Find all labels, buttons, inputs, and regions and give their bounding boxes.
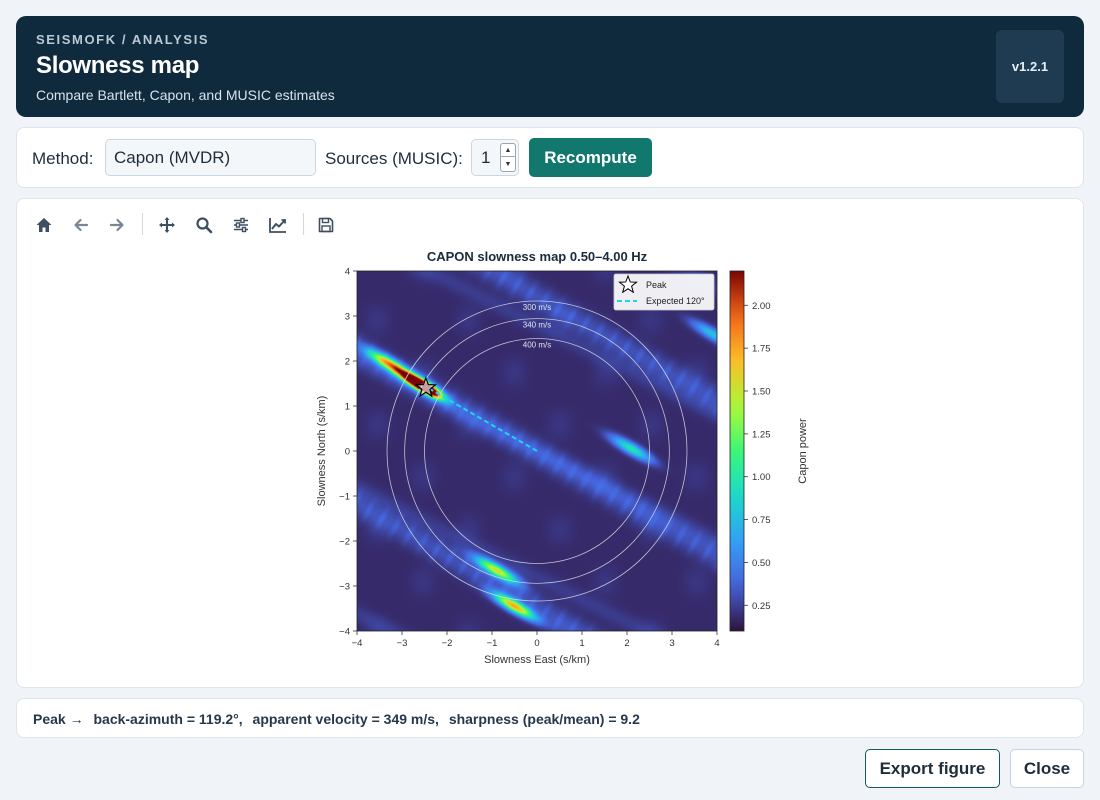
colorbar-tick-label: 1.25 [752,429,771,440]
app-header: SEISMOFK / ANALYSIS Slowness map Compare… [16,16,1084,117]
version-badge: v1.2.1 [996,30,1064,103]
status-text: Peak → back-azimuth = 119.2°, apparent v… [33,711,646,727]
y-axis-label: Slowness North (s/km) [316,396,328,507]
status-prefix: Peak → [33,711,84,727]
colorbar-tick-label: 1.50 [752,387,771,398]
y-tick-label: 4 [345,267,350,278]
y-tick-label: 0 [345,447,350,458]
colorbar-tick-label: 0.25 [752,601,771,612]
x-tick-label: 1 [579,638,584,649]
y-tick-label: 2 [345,357,350,368]
recompute-button[interactable]: Recompute [529,138,652,177]
x-tick-label: −3 [397,638,408,649]
export-figure-button[interactable]: Export figure [865,749,1000,788]
back-azimuth-value: back-azimuth = 119.2°, [93,711,243,727]
x-tick-label: 0 [534,638,539,649]
stepper-down-icon[interactable]: ▼ [501,158,515,171]
page-subtitle: Compare Bartlett, Capon, and MUSIC estim… [36,87,335,103]
chart-title: CAPON slowness map 0.50–4.00 Hz [427,249,648,264]
colorbar-bar [729,270,745,632]
velocity-circle-label: 340 m/s [523,321,551,330]
x-tick-label: −4 [352,638,363,649]
x-tick-label: 2 [624,638,629,649]
x-tick-label: −2 [442,638,453,649]
chart-legend: Peak Expected 120° [613,273,715,311]
x-tick-label: 4 [714,638,719,649]
plot-panel: CAPON slowness map 0.50–4.00 Hz 300 m/s 3… [16,198,1084,688]
y-tick-label: −2 [339,537,350,548]
x-tick-label: −1 [487,638,498,649]
colorbar-tick-label: 1.00 [752,472,771,483]
y-tick-label: −3 [339,582,350,593]
legend-peak-label: Peak [646,280,667,290]
colorbar-tick-label: 2.00 [752,301,771,312]
y-tick-label: −1 [339,492,350,503]
velocity-circle-label: 300 m/s [523,303,551,312]
colorbar-tick-label: 0.75 [752,515,771,526]
x-axis-label: Slowness East (s/km) [484,654,590,666]
page-title: Slowness map [36,52,200,79]
close-button[interactable]: Close [1010,749,1084,788]
method-label: Method: [32,149,94,168]
y-tick-label: −4 [339,627,350,638]
sources-stepper[interactable]: 1 ▲ ▼ [471,139,519,176]
legend-expected-label: Expected 120° [646,296,705,306]
velocity-circle-label: 400 m/s [523,341,551,350]
apparent-velocity-value: apparent velocity = 349 m/s, [252,711,439,727]
colorbar-tick-label: 1.75 [752,344,771,355]
status-bar: Peak → back-azimuth = 119.2°, apparent v… [16,698,1084,738]
controls-panel: Method: Capon (MVDR) Sources (MUSIC): 1 … [16,127,1084,188]
colorbar-label: Capon power [797,418,809,484]
y-tick-label: 1 [345,402,350,413]
colorbar: 0.25 0.50 0.75 1.00 1.25 1.50 1.75 2.00 Capon po… [729,270,809,632]
colorbar-tick-label: 0.50 [752,558,771,569]
y-tick-label: 3 [345,312,350,323]
stepper-arrows[interactable]: ▲ ▼ [500,143,516,172]
method-select[interactable]: Capon (MVDR) [105,139,316,176]
x-tick-label: 3 [669,638,674,649]
sources-value[interactable]: 1 [481,148,490,168]
sources-label: Sources (MUSIC): [325,149,463,168]
sharpness-value: sharpness (peak/mean) = 9.2 [448,711,640,727]
slowness-chart: CAPON slowness map 0.50–4.00 Hz 300 m/s 3… [316,249,809,666]
breadcrumb: SEISMOFK / ANALYSIS [36,32,210,47]
stepper-up-icon[interactable]: ▲ [501,144,515,157]
